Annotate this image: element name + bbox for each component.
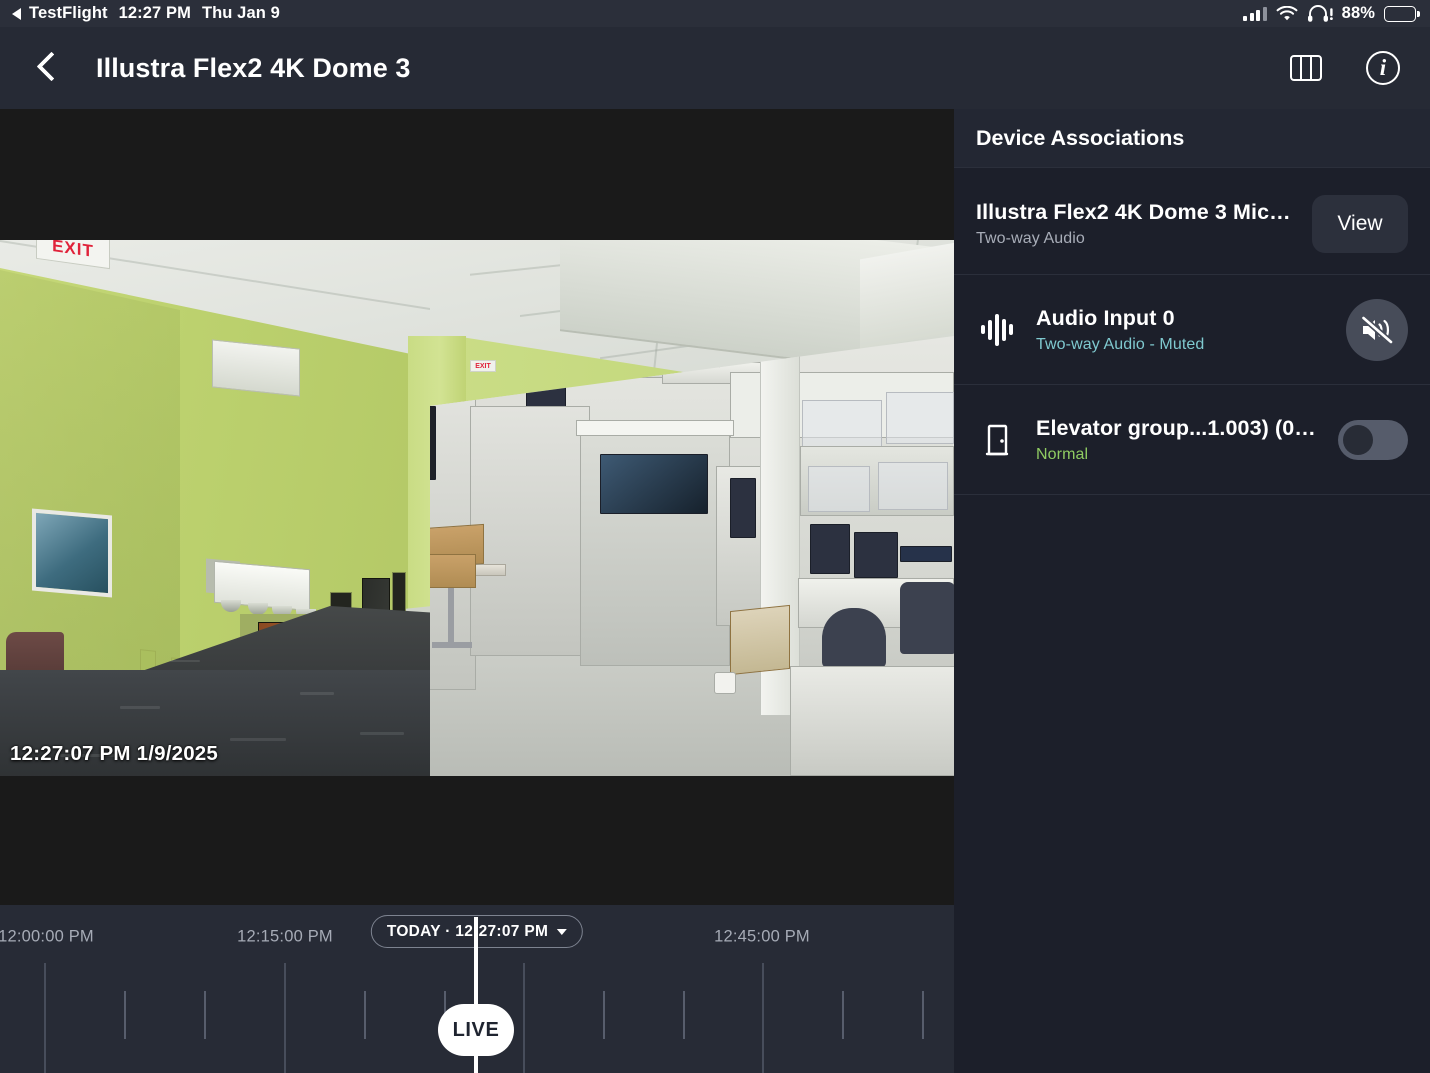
toggle-knob: [1343, 424, 1373, 455]
headphones-icon: [1307, 5, 1333, 22]
timeline-tick-major: [523, 963, 525, 1073]
timeline-tick-minor: [124, 991, 126, 1039]
row-text: Audio Input 0 Two-way Audio - Muted: [1036, 306, 1328, 354]
monitor: [810, 524, 850, 574]
binder: [900, 546, 952, 562]
association-row-audio-input[interactable]: Audio Input 0 Two-way Audio - Muted: [954, 275, 1430, 385]
timeline-tick-minor: [922, 991, 924, 1039]
video-stage[interactable]: EXIT EXIT 12:27:07 PM 1/9/2025: [0, 109, 954, 905]
door-icon: [976, 423, 1018, 457]
office-chair: [822, 608, 886, 668]
ceiling-light-panel: [860, 240, 954, 350]
view-button[interactable]: View: [1312, 195, 1408, 253]
battery-icon: [1384, 5, 1420, 22]
timeline-tick-major: [44, 963, 46, 1073]
tower-pc: [430, 406, 436, 480]
cellular-signal-icon: [1243, 6, 1267, 21]
ceiling-equipment-box: [212, 339, 300, 397]
association-row-elevator[interactable]: Elevator group...1.003) (01.03) Normal: [954, 385, 1430, 495]
back-triangle-icon[interactable]: [12, 7, 21, 20]
cubicle-glass-panel: [878, 462, 948, 510]
live-button[interactable]: LIVE: [438, 1004, 514, 1056]
cubicle-glass-panel: [886, 392, 954, 444]
table-foot: [432, 642, 472, 648]
speaker-muted-icon: [1360, 314, 1394, 345]
office-chair: [900, 582, 954, 654]
status-bar: TestFlight 12:27 PM Thu Jan 9 88%: [0, 0, 1430, 27]
association-title: Illustra Flex2 4K Dome 3 Microphone: [976, 200, 1294, 224]
info-circle-icon[interactable]: i: [1366, 51, 1400, 85]
status-bar-back-app[interactable]: TestFlight: [29, 4, 108, 23]
status-bar-time: 12:27 PM: [118, 4, 191, 22]
chevron-left-icon[interactable]: [34, 48, 68, 88]
navigation-bar: Illustra Flex2 4K Dome 3 i: [0, 27, 1430, 109]
device-associations-panel: Device Associations Illustra Flex2 4K Do…: [954, 109, 1430, 1073]
chevron-down-icon[interactable]: [557, 928, 568, 935]
timeline-tick-minor: [204, 991, 206, 1039]
camera-scene: EXIT EXIT: [0, 240, 954, 776]
timeline-label: 12:15:00 PM: [237, 927, 333, 946]
video-timestamp-overlay: 12:27:07 PM 1/9/2025: [10, 742, 218, 765]
timeline-tick-major: [762, 963, 764, 1073]
open-office-area: [430, 336, 954, 776]
cubicle-base: [790, 666, 954, 776]
association-subtitle: Normal: [1036, 445, 1089, 463]
status-bar-date: Thu Jan 9: [201, 4, 280, 22]
monitor-large: [600, 454, 708, 514]
speaker-muted-button[interactable]: [1346, 298, 1408, 361]
camera-detail-screen: TestFlight 12:27 PM Thu Jan 9 88% Illust…: [0, 0, 1430, 1073]
timeline-tick-minor: [842, 991, 844, 1039]
status-bar-left: TestFlight 12:27 PM Thu Jan 9: [12, 4, 280, 23]
live-video-frame[interactable]: EXIT EXIT 12:27:07 PM 1/9/2025: [0, 240, 954, 776]
exit-sign-far: EXIT: [470, 360, 496, 372]
cubicle-glass-panel: [808, 466, 870, 512]
row-text: Illustra Flex2 4K Dome 3 Microphone Two-…: [976, 200, 1294, 248]
cubicle-glass-panel: [802, 400, 882, 452]
wifi-icon: [1276, 5, 1298, 20]
timeline[interactable]: 12:00:00 PM 12:15:00 PM 12:45:00 PM TODA…: [0, 905, 954, 1073]
timeline-tick-minor: [683, 991, 685, 1039]
association-subtitle: Two-way Audio: [976, 230, 1085, 247]
panel-header: Device Associations: [954, 109, 1430, 168]
association-row-microphone[interactable]: Illustra Flex2 4K Dome 3 Microphone Two-…: [954, 168, 1430, 275]
row-text: Elevator group...1.003) (01.03) Normal: [1036, 416, 1320, 464]
columns-layout-icon[interactable]: [1290, 55, 1322, 81]
video-column: EXIT EXIT 12:27:07 PM 1/9/2025 12:00:00 …: [0, 109, 954, 1073]
association-subtitle: Two-way Audio - Muted: [1036, 335, 1205, 353]
monitor: [854, 532, 898, 578]
timeline-current-time: TODAY · 12:27:07 PM: [386, 922, 549, 940]
battery-percent-label: 88%: [1341, 4, 1375, 22]
navigation-actions: i: [1290, 51, 1400, 85]
cardboard-box: [430, 554, 476, 588]
monitor: [730, 478, 756, 538]
association-title: Elevator group...1.003) (01.03): [1036, 415, 1320, 440]
page-title: Illustra Flex2 4K Dome 3: [96, 52, 411, 83]
timeline-tick-minor: [603, 991, 605, 1039]
association-title: Audio Input 0: [1036, 305, 1175, 330]
timeline-label: 12:00:00 PM: [0, 927, 94, 946]
cubicle-partition: [470, 406, 590, 656]
status-bar-right: 88%: [1243, 4, 1420, 23]
wall-artwork: [32, 508, 112, 598]
audio-waveform-icon: [976, 313, 1018, 346]
timeline-track[interactable]: LIVE: [0, 917, 954, 1073]
timeline-tick-major: [284, 963, 286, 1073]
timeline-label: 12:45:00 PM: [714, 927, 810, 946]
elevator-toggle[interactable]: [1338, 419, 1408, 460]
partition-cap: [576, 420, 734, 436]
cardboard-sheet: [730, 604, 790, 676]
paper-cup: [714, 672, 736, 694]
timeline-tick-minor: [364, 991, 366, 1039]
